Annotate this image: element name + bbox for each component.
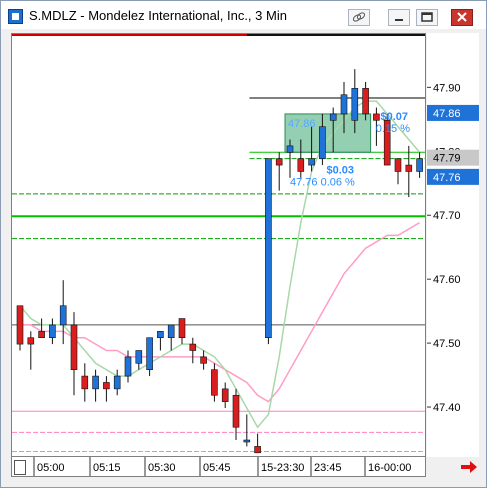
price-tick-label-4: 47.50 bbox=[433, 338, 461, 350]
candle-body-28 bbox=[319, 126, 326, 159]
candle-body-13 bbox=[157, 331, 164, 339]
candle-body-26 bbox=[297, 158, 305, 172]
candle-body-24 bbox=[275, 158, 283, 166]
upper-price-label: 47.86 bbox=[288, 118, 316, 130]
price-tag-label-1: 47.79 bbox=[433, 153, 461, 165]
candle-body-15 bbox=[178, 318, 186, 339]
scroll-right-arrow-icon[interactable] bbox=[459, 459, 479, 475]
candle-body-4 bbox=[59, 305, 67, 326]
candle-body-12 bbox=[146, 337, 153, 370]
candle-body-9 bbox=[113, 375, 121, 390]
time-axis: 05:00 05:15 05:30 05:45 15-23:30 23:45 16-00:0… bbox=[11, 457, 426, 477]
price-tick-label-0: 47.90 bbox=[433, 82, 461, 94]
price-axis-canvas: 47.9047.8047.7047.6047.5047.4047.8647.79… bbox=[427, 82, 479, 414]
candle-body-19 bbox=[221, 388, 229, 402]
minimize-icon bbox=[395, 19, 403, 21]
time-tick-label-2: 05:30 bbox=[148, 462, 176, 474]
minimize-button[interactable] bbox=[388, 9, 410, 26]
price-axis[interactable]: 47.9047.8047.7047.6047.5047.4047.8647.79… bbox=[427, 33, 479, 457]
time-tick-label-4: 15-23:30 bbox=[261, 462, 304, 474]
candle-body-29 bbox=[329, 113, 337, 121]
chart-options-box[interactable] bbox=[14, 460, 26, 475]
price-tick-label-3: 47.60 bbox=[433, 274, 461, 286]
candle-body-27 bbox=[308, 158, 315, 166]
candle-body-16 bbox=[189, 343, 197, 351]
maximize-button[interactable] bbox=[416, 9, 438, 26]
candle-body-30 bbox=[340, 94, 348, 115]
candle-body-36 bbox=[405, 164, 413, 172]
candle-body-33 bbox=[373, 113, 380, 121]
price-tag-label-0: 47.86 bbox=[433, 108, 461, 120]
candle-body-7 bbox=[92, 375, 99, 390]
candle-body-25 bbox=[286, 145, 294, 153]
candle-body-21 bbox=[243, 439, 251, 443]
title-bar[interactable]: S.MDLZ - Mondelez International, Inc., 3… bbox=[1, 1, 486, 29]
candle-body-23 bbox=[265, 158, 272, 339]
candle-body-6 bbox=[81, 375, 89, 390]
top-strip-red bbox=[12, 34, 247, 36]
upper-pct-label: 0.15 % bbox=[376, 123, 410, 135]
candle-body-8 bbox=[103, 382, 110, 390]
candle-body-14 bbox=[167, 324, 175, 339]
close-button[interactable] bbox=[451, 9, 473, 26]
time-tick-label-6: 16-00:00 bbox=[368, 462, 411, 474]
time-tick-label-5: 23:45 bbox=[314, 462, 342, 474]
candle-body-5 bbox=[70, 324, 78, 370]
link-icon bbox=[352, 12, 366, 22]
candle-body-1 bbox=[27, 337, 35, 345]
candle-body-2 bbox=[38, 331, 45, 339]
candle-body-17 bbox=[200, 356, 207, 364]
candle-body-20 bbox=[232, 394, 240, 428]
price-chart[interactable]: 47.86 $0.07 0.15 % $0.03 47.76 0.06 % bbox=[11, 33, 426, 457]
price-tag-label-2: 47.76 bbox=[433, 172, 461, 184]
candle-body-3 bbox=[49, 324, 56, 339]
candle-body-18 bbox=[211, 369, 218, 396]
top-strip-black bbox=[247, 34, 425, 36]
candle-body-35 bbox=[394, 158, 402, 172]
time-tick-label-0: 05:00 bbox=[37, 462, 65, 474]
time-tick-label-3: 05:45 bbox=[203, 462, 231, 474]
price-tick-label-2: 47.70 bbox=[433, 210, 461, 222]
chart-window: S.MDLZ - Mondelez International, Inc., 3… bbox=[0, 0, 487, 488]
ma-slow-line bbox=[20, 221, 420, 403]
candle-body-37 bbox=[416, 158, 423, 172]
lower-price-pct-label: 47.76 0.06 % bbox=[290, 177, 355, 189]
upper-change-label: $0.07 bbox=[380, 111, 408, 123]
time-tick-label-1: 05:15 bbox=[93, 462, 121, 474]
app-icon bbox=[8, 9, 23, 24]
window-title: S.MDLZ - Mondelez International, Inc., 3… bbox=[29, 8, 287, 23]
candle-body-0 bbox=[16, 305, 24, 345]
lower-change-label: $0.03 bbox=[326, 165, 354, 177]
candle-body-22 bbox=[254, 446, 261, 454]
price-tick-label-5: 47.40 bbox=[433, 402, 461, 414]
chart-canvas: 47.86 $0.070.15 % $0.0347.76 0.06 % bbox=[12, 34, 425, 454]
candle-body-10 bbox=[124, 356, 132, 377]
candle-body-31 bbox=[351, 88, 359, 121]
candle-body-11 bbox=[135, 350, 143, 364]
link-button[interactable] bbox=[348, 9, 370, 26]
maximize-icon bbox=[421, 12, 433, 22]
candle-body-32 bbox=[362, 88, 369, 115]
time-axis-canvas: 05:00 05:15 05:30 05:45 15-23:30 23:45 16-00:0… bbox=[33, 457, 411, 476]
close-icon bbox=[457, 12, 467, 22]
